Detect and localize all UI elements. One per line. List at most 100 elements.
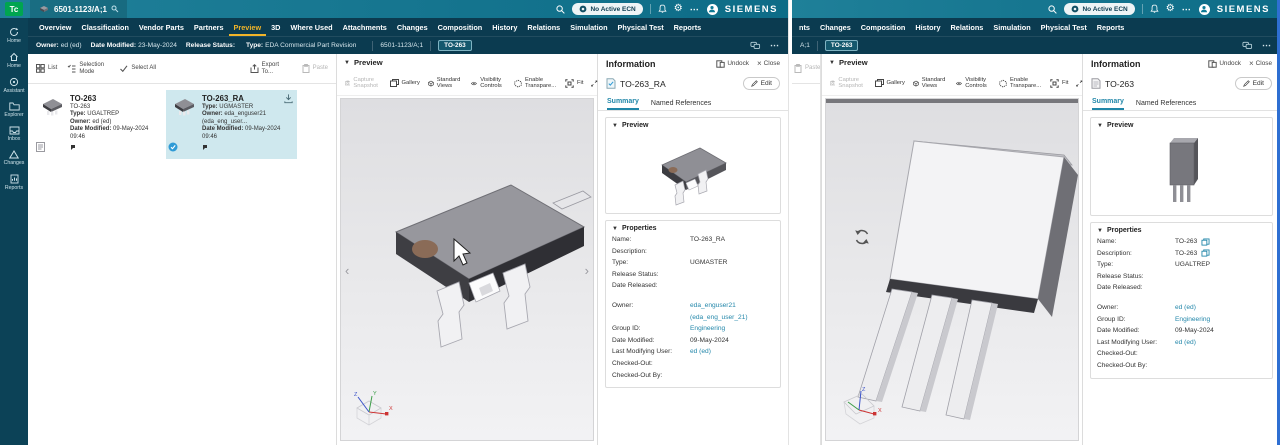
tab-classification[interactable]: Classification	[76, 18, 133, 36]
visibility-controls-button[interactable]: Visibility Controls	[471, 77, 506, 89]
tab-preview[interactable]: Preview	[229, 18, 267, 36]
sidebar-item-explorer[interactable]: Explorer	[0, 99, 28, 121]
list-view-button[interactable]: List	[36, 64, 57, 73]
prop-value-link[interactable]: ed (ed)	[1175, 337, 1266, 349]
share-icon[interactable]	[750, 41, 761, 50]
download-icon[interactable]	[283, 93, 294, 104]
pin-icon[interactable]	[111, 5, 119, 13]
viewer-3d[interactable]: ZX	[825, 98, 1079, 441]
sidebar-item-changes[interactable]: Changes	[0, 147, 28, 169]
copy-icon[interactable]	[1201, 238, 1210, 246]
preview-section-header[interactable]: ▼ Preview	[822, 54, 1082, 71]
copy-icon[interactable]	[1201, 249, 1210, 257]
selected-object-chip[interactable]: TO-263	[824, 40, 859, 51]
more-options-icon[interactable]: ⋯	[770, 40, 780, 51]
ecn-badge[interactable]: No Active ECN	[1064, 3, 1135, 15]
select-all-button[interactable]: Select All	[119, 64, 156, 73]
prop-value-link[interactable]: eda_enguser21 (eda_eng_user_21)	[690, 300, 774, 323]
tab-changes[interactable]: Changes	[815, 18, 856, 36]
sidebar-item-home-1[interactable]: Home	[0, 24, 28, 47]
prop-value-link[interactable]: ed (ed)	[690, 346, 774, 358]
tab-reports[interactable]: Reports	[1092, 18, 1130, 36]
notifications-bell-icon[interactable]	[1150, 4, 1159, 14]
standard-views-button[interactable]: Standard Views	[913, 77, 949, 89]
tab-relations[interactable]: Relations	[522, 18, 565, 36]
gallery-button[interactable]: Gallery	[874, 79, 905, 87]
prop-value-link[interactable]: Engineering	[1175, 314, 1266, 326]
more-menu-icon[interactable]: ⋯	[1182, 4, 1192, 15]
undock-button[interactable]: Undock	[716, 59, 749, 68]
edit-button[interactable]: Edit	[1234, 77, 1272, 90]
tab-simulation[interactable]: Simulation	[988, 18, 1035, 36]
fit-button[interactable]: Fit	[1050, 78, 1068, 88]
close-button[interactable]: × Close	[1249, 59, 1272, 68]
tab-physical-test[interactable]: Physical Test	[613, 18, 669, 36]
paste-button[interactable]: Paste	[302, 62, 328, 75]
tab-relations[interactable]: Relations	[946, 18, 989, 36]
tab-summary[interactable]: Summary	[1092, 98, 1124, 110]
viewer-3d[interactable]: ‹ › Z Y X	[340, 98, 594, 441]
standard-views-button[interactable]: Standard Views	[428, 77, 464, 89]
gallery-button[interactable]: Gallery	[389, 79, 420, 87]
properties-section-title-row[interactable]: ▼ Properties	[606, 221, 780, 234]
ecn-badge[interactable]: No Active ECN	[572, 3, 643, 15]
tab-vendor-parts[interactable]: Vendor Parts	[134, 18, 189, 36]
tab-changes[interactable]: Changes	[392, 18, 433, 36]
settings-gear-icon[interactable]: ⚙	[1166, 4, 1175, 14]
preview-section-header[interactable]: ▼ Preview	[337, 54, 597, 71]
paste-button[interactable]: Paste	[794, 64, 820, 73]
preview-section-title-row[interactable]: ▼ Preview	[606, 118, 780, 131]
user-avatar[interactable]	[1198, 3, 1210, 15]
tab-composition[interactable]: Composition	[856, 18, 911, 36]
item-id-fragment[interactable]: A;1	[800, 42, 810, 49]
export-to-button[interactable]: Export To...	[250, 62, 292, 75]
notifications-bell-icon[interactable]	[658, 4, 667, 14]
search-icon[interactable]	[1048, 4, 1058, 14]
tab-3d[interactable]: 3D	[266, 18, 285, 36]
preview-section-title-row[interactable]: ▼ Preview	[1091, 118, 1272, 131]
enable-transparency-button[interactable]: Enable Transpare...	[514, 77, 557, 89]
visibility-controls-button[interactable]: Visibility Controls	[956, 77, 991, 89]
card-to-263-ra[interactable]: TO-263_RA Type: UGMASTER Owner: eda_engu…	[166, 90, 297, 160]
settings-gear-icon[interactable]: ⚙	[674, 4, 683, 14]
enable-transparency-button[interactable]: Enable Transpare...	[999, 77, 1042, 89]
sidebar-item-reports[interactable]: Reports	[0, 171, 28, 194]
selected-object-chip[interactable]: TO-263	[438, 40, 472, 51]
capture-snapshot-button[interactable]: Capture Snapshot	[345, 77, 382, 89]
more-menu-icon[interactable]: ⋯	[690, 4, 700, 15]
tab-attachments[interactable]: Attachments	[338, 18, 392, 36]
sidebar-item-home-2[interactable]: Home	[0, 49, 28, 72]
sidebar-item-inbox[interactable]: Inbox	[0, 123, 28, 145]
item-id-crumb[interactable]: 6501-1123/A;1	[380, 42, 423, 49]
open-item-tab[interactable]: 6501-1123/A;1	[30, 0, 127, 18]
tab-attachments-clipped[interactable]: nts	[794, 18, 815, 36]
tc-logo[interactable]: Tc	[5, 2, 23, 16]
tab-simulation[interactable]: Simulation	[565, 18, 612, 36]
tab-physical-test[interactable]: Physical Test	[1036, 18, 1092, 36]
tab-overview[interactable]: Overview	[34, 18, 76, 36]
more-options-icon[interactable]: ⋯	[1262, 40, 1272, 51]
tab-history[interactable]: History	[910, 18, 945, 36]
prop-value-link[interactable]: ed (ed)	[1175, 302, 1266, 314]
tab-composition[interactable]: Composition	[433, 18, 488, 36]
tab-named-references[interactable]: Named References	[1136, 100, 1196, 110]
capture-snapshot-button[interactable]: Capture Snapshot	[830, 77, 867, 89]
edit-button[interactable]: Edit	[742, 77, 780, 90]
close-button[interactable]: × Close	[757, 59, 780, 68]
properties-section-title-row[interactable]: ▼ Properties	[1091, 223, 1272, 236]
tab-summary[interactable]: Summary	[607, 98, 639, 110]
tab-history[interactable]: History	[487, 18, 522, 36]
tab-reports[interactable]: Reports	[669, 18, 707, 36]
share-icon[interactable]	[1242, 41, 1253, 50]
sidebar-item-assistant[interactable]: Assistant	[0, 74, 28, 97]
fit-button[interactable]: Fit	[565, 78, 583, 88]
tab-named-references[interactable]: Named References	[651, 100, 711, 110]
selection-mode-button[interactable]: Selection Mode	[67, 62, 109, 75]
card-to-263[interactable]: TO-263 TO-263 Type: UGALTREP Owner: ed (…	[34, 90, 162, 159]
prop-value-link[interactable]: Engineering	[690, 323, 774, 335]
undock-button[interactable]: Undock	[1208, 59, 1241, 68]
tab-partners[interactable]: Partners	[189, 18, 229, 36]
user-avatar[interactable]	[706, 3, 718, 15]
search-icon[interactable]	[556, 4, 566, 14]
tab-where-used[interactable]: Where Used	[285, 18, 337, 36]
